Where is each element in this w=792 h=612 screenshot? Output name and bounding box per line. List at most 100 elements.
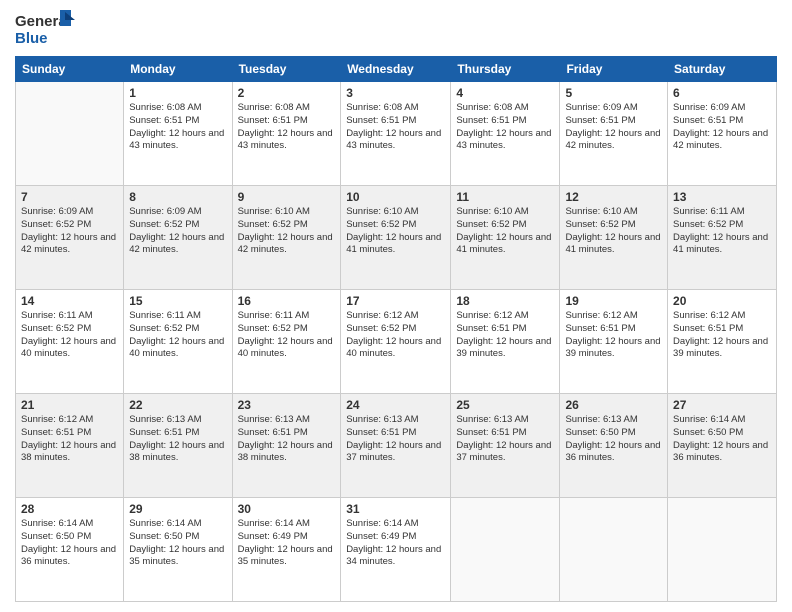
week-row: 7 Sunrise: 6:09 AM Sunset: 6:52 PM Daylig… bbox=[16, 186, 777, 290]
calendar-cell bbox=[668, 498, 777, 602]
calendar-cell: 2 Sunrise: 6:08 AM Sunset: 6:51 PM Daylig… bbox=[232, 82, 341, 186]
day-number: 28 bbox=[21, 502, 118, 516]
day-info: Sunrise: 6:12 AM Sunset: 6:51 PM Dayligh… bbox=[673, 310, 771, 361]
calendar-cell: 4Sunrise: 6:08 AM Sunset: 6:51 PM Daylig… bbox=[451, 82, 560, 186]
day-header-monday: Monday bbox=[124, 57, 232, 82]
day-info: Sunrise: 6:12 AM Sunset: 6:51 PM Dayligh… bbox=[21, 414, 118, 465]
week-row: 1Sunrise: 6:08 AM Sunset: 6:51 PM Daylig… bbox=[16, 82, 777, 186]
day-number: 18 bbox=[456, 294, 554, 308]
day-number: 15 bbox=[129, 294, 226, 308]
day-number: 12 bbox=[565, 190, 662, 204]
calendar-cell: 24Sunrise: 6:13 AM Sunset: 6:51 PM Dayli… bbox=[341, 394, 451, 498]
day-header-wednesday: Wednesday bbox=[341, 57, 451, 82]
day-number: 22 bbox=[129, 398, 226, 412]
day-info: Sunrise: 6:11 AM Sunset: 6:52 PM Dayligh… bbox=[238, 310, 336, 361]
calendar-cell: 11 Sunrise: 6:10 AM Sunset: 6:52 PM Dayli… bbox=[451, 186, 560, 290]
day-info: Sunrise: 6:11 AM Sunset: 6:52 PM Dayligh… bbox=[21, 310, 118, 361]
day-number: 21 bbox=[21, 398, 118, 412]
day-info: Sunrise: 6:12 AM Sunset: 6:51 PM Dayligh… bbox=[456, 310, 554, 361]
calendar-cell: 17Sunrise: 6:12 AM Sunset: 6:52 PM Dayli… bbox=[341, 290, 451, 394]
day-number: 8 bbox=[129, 190, 226, 204]
day-number: 25 bbox=[456, 398, 554, 412]
calendar-cell: 29 Sunrise: 6:14 AM Sunset: 6:50 PM Dayli… bbox=[124, 498, 232, 602]
day-number: 5 bbox=[565, 86, 662, 100]
day-number: 16 bbox=[238, 294, 336, 308]
day-number: 30 bbox=[238, 502, 336, 516]
day-info: Sunrise: 6:11 AM Sunset: 6:52 PM Dayligh… bbox=[129, 310, 226, 361]
calendar-cell: 20 Sunrise: 6:12 AM Sunset: 6:51 PM Dayli… bbox=[668, 290, 777, 394]
day-info: Sunrise: 6:13 AM Sunset: 6:51 PM Dayligh… bbox=[456, 414, 554, 465]
day-number: 11 bbox=[456, 190, 554, 204]
calendar-cell: 22 Sunrise: 6:13 AM Sunset: 6:51 PM Dayli… bbox=[124, 394, 232, 498]
header-row: SundayMondayTuesdayWednesdayThursdayFrid… bbox=[16, 57, 777, 82]
calendar: SundayMondayTuesdayWednesdayThursdayFrid… bbox=[15, 56, 777, 602]
day-number: 29 bbox=[129, 502, 226, 516]
calendar-cell: 15 Sunrise: 6:11 AM Sunset: 6:52 PM Dayli… bbox=[124, 290, 232, 394]
day-number: 7 bbox=[21, 190, 118, 204]
calendar-cell: 13 Sunrise: 6:11 AM Sunset: 6:52 PM Dayli… bbox=[668, 186, 777, 290]
logo-svg: GeneralBlue bbox=[15, 10, 75, 48]
day-header-friday: Friday bbox=[560, 57, 668, 82]
calendar-cell bbox=[560, 498, 668, 602]
calendar-cell: 10 Sunrise: 6:10 AM Sunset: 6:52 PM Dayli… bbox=[341, 186, 451, 290]
week-row: 28 Sunrise: 6:14 AM Sunset: 6:50 PM Dayli… bbox=[16, 498, 777, 602]
day-number: 2 bbox=[238, 86, 336, 100]
day-info: Sunrise: 6:14 AM Sunset: 6:49 PM Dayligh… bbox=[346, 518, 445, 569]
page: GeneralBlue SundayMondayTuesdayWednesday… bbox=[0, 0, 792, 612]
calendar-cell: 27Sunrise: 6:14 AM Sunset: 6:50 PM Dayli… bbox=[668, 394, 777, 498]
week-row: 14 Sunrise: 6:11 AM Sunset: 6:52 PM Dayli… bbox=[16, 290, 777, 394]
day-info: Sunrise: 6:09 AM Sunset: 6:52 PM Dayligh… bbox=[129, 206, 226, 257]
logo: GeneralBlue bbox=[15, 10, 75, 48]
calendar-cell: 21 Sunrise: 6:12 AM Sunset: 6:51 PM Dayli… bbox=[16, 394, 124, 498]
calendar-cell bbox=[451, 498, 560, 602]
day-info: Sunrise: 6:14 AM Sunset: 6:49 PM Dayligh… bbox=[238, 518, 336, 569]
calendar-cell: 28 Sunrise: 6:14 AM Sunset: 6:50 PM Dayli… bbox=[16, 498, 124, 602]
calendar-cell: 18 Sunrise: 6:12 AM Sunset: 6:51 PM Dayli… bbox=[451, 290, 560, 394]
day-info: Sunrise: 6:13 AM Sunset: 6:50 PM Dayligh… bbox=[565, 414, 662, 465]
day-number: 10 bbox=[346, 190, 445, 204]
calendar-cell: 1Sunrise: 6:08 AM Sunset: 6:51 PM Daylig… bbox=[124, 82, 232, 186]
header: GeneralBlue bbox=[15, 10, 777, 48]
calendar-cell: 8 Sunrise: 6:09 AM Sunset: 6:52 PM Daylig… bbox=[124, 186, 232, 290]
day-info: Sunrise: 6:14 AM Sunset: 6:50 PM Dayligh… bbox=[21, 518, 118, 569]
day-info: Sunrise: 6:11 AM Sunset: 6:52 PM Dayligh… bbox=[673, 206, 771, 257]
calendar-cell: 14 Sunrise: 6:11 AM Sunset: 6:52 PM Dayli… bbox=[16, 290, 124, 394]
day-info: Sunrise: 6:10 AM Sunset: 6:52 PM Dayligh… bbox=[456, 206, 554, 257]
day-number: 14 bbox=[21, 294, 118, 308]
day-info: Sunrise: 6:14 AM Sunset: 6:50 PM Dayligh… bbox=[673, 414, 771, 465]
calendar-cell: 12 Sunrise: 6:10 AM Sunset: 6:52 PM Dayli… bbox=[560, 186, 668, 290]
day-header-thursday: Thursday bbox=[451, 57, 560, 82]
day-number: 26 bbox=[565, 398, 662, 412]
day-number: 20 bbox=[673, 294, 771, 308]
calendar-cell: 25 Sunrise: 6:13 AM Sunset: 6:51 PM Dayli… bbox=[451, 394, 560, 498]
day-info: Sunrise: 6:12 AM Sunset: 6:52 PM Dayligh… bbox=[346, 310, 445, 361]
calendar-cell: 9Sunrise: 6:10 AM Sunset: 6:52 PM Daylig… bbox=[232, 186, 341, 290]
day-number: 19 bbox=[565, 294, 662, 308]
calendar-cell: 26 Sunrise: 6:13 AM Sunset: 6:50 PM Dayli… bbox=[560, 394, 668, 498]
day-info: Sunrise: 6:08 AM Sunset: 6:51 PM Dayligh… bbox=[346, 102, 445, 153]
day-number: 3 bbox=[346, 86, 445, 100]
day-info: Sunrise: 6:08 AM Sunset: 6:51 PM Dayligh… bbox=[456, 102, 554, 153]
day-info: Sunrise: 6:14 AM Sunset: 6:50 PM Dayligh… bbox=[129, 518, 226, 569]
day-info: Sunrise: 6:10 AM Sunset: 6:52 PM Dayligh… bbox=[565, 206, 662, 257]
calendar-cell: 5 Sunrise: 6:09 AM Sunset: 6:51 PM Daylig… bbox=[560, 82, 668, 186]
day-info: Sunrise: 6:13 AM Sunset: 6:51 PM Dayligh… bbox=[129, 414, 226, 465]
day-info: Sunrise: 6:09 AM Sunset: 6:51 PM Dayligh… bbox=[565, 102, 662, 153]
day-number: 13 bbox=[673, 190, 771, 204]
calendar-cell: 31Sunrise: 6:14 AM Sunset: 6:49 PM Dayli… bbox=[341, 498, 451, 602]
calendar-cell: 23 Sunrise: 6:13 AM Sunset: 6:51 PM Dayli… bbox=[232, 394, 341, 498]
day-info: Sunrise: 6:10 AM Sunset: 6:52 PM Dayligh… bbox=[346, 206, 445, 257]
calendar-cell: 19 Sunrise: 6:12 AM Sunset: 6:51 PM Dayli… bbox=[560, 290, 668, 394]
calendar-cell: 7Sunrise: 6:09 AM Sunset: 6:52 PM Daylig… bbox=[16, 186, 124, 290]
day-info: Sunrise: 6:08 AM Sunset: 6:51 PM Dayligh… bbox=[238, 102, 336, 153]
day-number: 9 bbox=[238, 190, 336, 204]
day-info: Sunrise: 6:12 AM Sunset: 6:51 PM Dayligh… bbox=[565, 310, 662, 361]
day-info: Sunrise: 6:09 AM Sunset: 6:51 PM Dayligh… bbox=[673, 102, 771, 153]
day-number: 23 bbox=[238, 398, 336, 412]
day-number: 6 bbox=[673, 86, 771, 100]
day-header-tuesday: Tuesday bbox=[232, 57, 341, 82]
calendar-cell: 3 Sunrise: 6:08 AM Sunset: 6:51 PM Daylig… bbox=[341, 82, 451, 186]
day-info: Sunrise: 6:13 AM Sunset: 6:51 PM Dayligh… bbox=[238, 414, 336, 465]
day-info: Sunrise: 6:13 AM Sunset: 6:51 PM Dayligh… bbox=[346, 414, 445, 465]
week-row: 21 Sunrise: 6:12 AM Sunset: 6:51 PM Dayli… bbox=[16, 394, 777, 498]
